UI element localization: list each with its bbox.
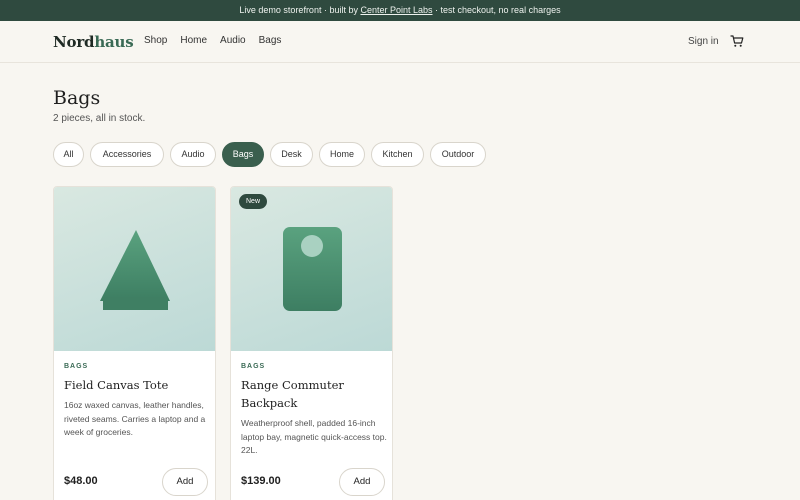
add-to-cart-button[interactable]: Add: [162, 468, 208, 496]
banner-link[interactable]: Center Point Labs: [360, 5, 432, 15]
main-nav: Shop Home Audio Bags: [144, 35, 294, 47]
filter-desk[interactable]: Desk: [270, 142, 313, 167]
product-card[interactable]: New BAGS Range Commuter Backpack Weather…: [230, 186, 393, 500]
product-price: $48.00: [64, 475, 98, 487]
banner-prefix: Live demo storefront · built by: [239, 5, 361, 15]
sign-in-link[interactable]: Sign in: [688, 36, 719, 48]
product-category: BAGS: [64, 363, 89, 370]
logo-alt: haus: [94, 33, 134, 51]
product-card[interactable]: BAGS Field Canvas Tote 16oz waxed canvas…: [53, 186, 216, 500]
logo[interactable]: Nordhaus: [53, 33, 134, 51]
filter-audio[interactable]: Audio: [170, 142, 216, 167]
banner-suffix: · test checkout, no real charges: [432, 5, 561, 15]
page-subtitle: 2 pieces, all in stock.: [53, 113, 146, 124]
backpack-icon: [283, 227, 342, 311]
product-description: 16oz waxed canvas, leather handles, rive…: [64, 400, 206, 437]
nav-bags[interactable]: Bags: [259, 35, 282, 47]
product-image[interactable]: New: [231, 187, 392, 351]
demo-banner: Live demo storefront · built by Center P…: [0, 0, 800, 21]
filter-all[interactable]: All: [53, 142, 84, 167]
add-to-cart-button[interactable]: Add: [339, 468, 385, 496]
product-name[interactable]: Range Commuter Backpack: [241, 376, 386, 412]
filter-home[interactable]: Home: [319, 142, 365, 167]
logo-main: Nord: [53, 33, 95, 51]
product-name[interactable]: Field Canvas Tote: [64, 376, 209, 394]
site-header: Nordhaus Shop Home Audio Bags Sign in: [0, 21, 800, 63]
page-title: Bags: [53, 87, 101, 109]
filter-bags[interactable]: Bags: [222, 142, 264, 167]
tote-icon: [100, 230, 170, 310]
product-description: Weatherproof shell, padded 16-inch lapto…: [241, 418, 387, 455]
product-price: $139.00: [241, 475, 281, 487]
nav-shop[interactable]: Shop: [144, 35, 167, 47]
filter-kitchen[interactable]: Kitchen: [371, 142, 424, 167]
nav-audio[interactable]: Audio: [220, 35, 246, 47]
product-image[interactable]: [54, 187, 215, 351]
cart-icon[interactable]: [730, 34, 744, 48]
new-badge: New: [239, 194, 268, 209]
nav-home[interactable]: Home: [180, 35, 207, 47]
filter-accessories[interactable]: Accessories: [90, 142, 164, 167]
product-category: BAGS: [241, 363, 266, 370]
filter-outdoor[interactable]: Outdoor: [430, 142, 486, 167]
